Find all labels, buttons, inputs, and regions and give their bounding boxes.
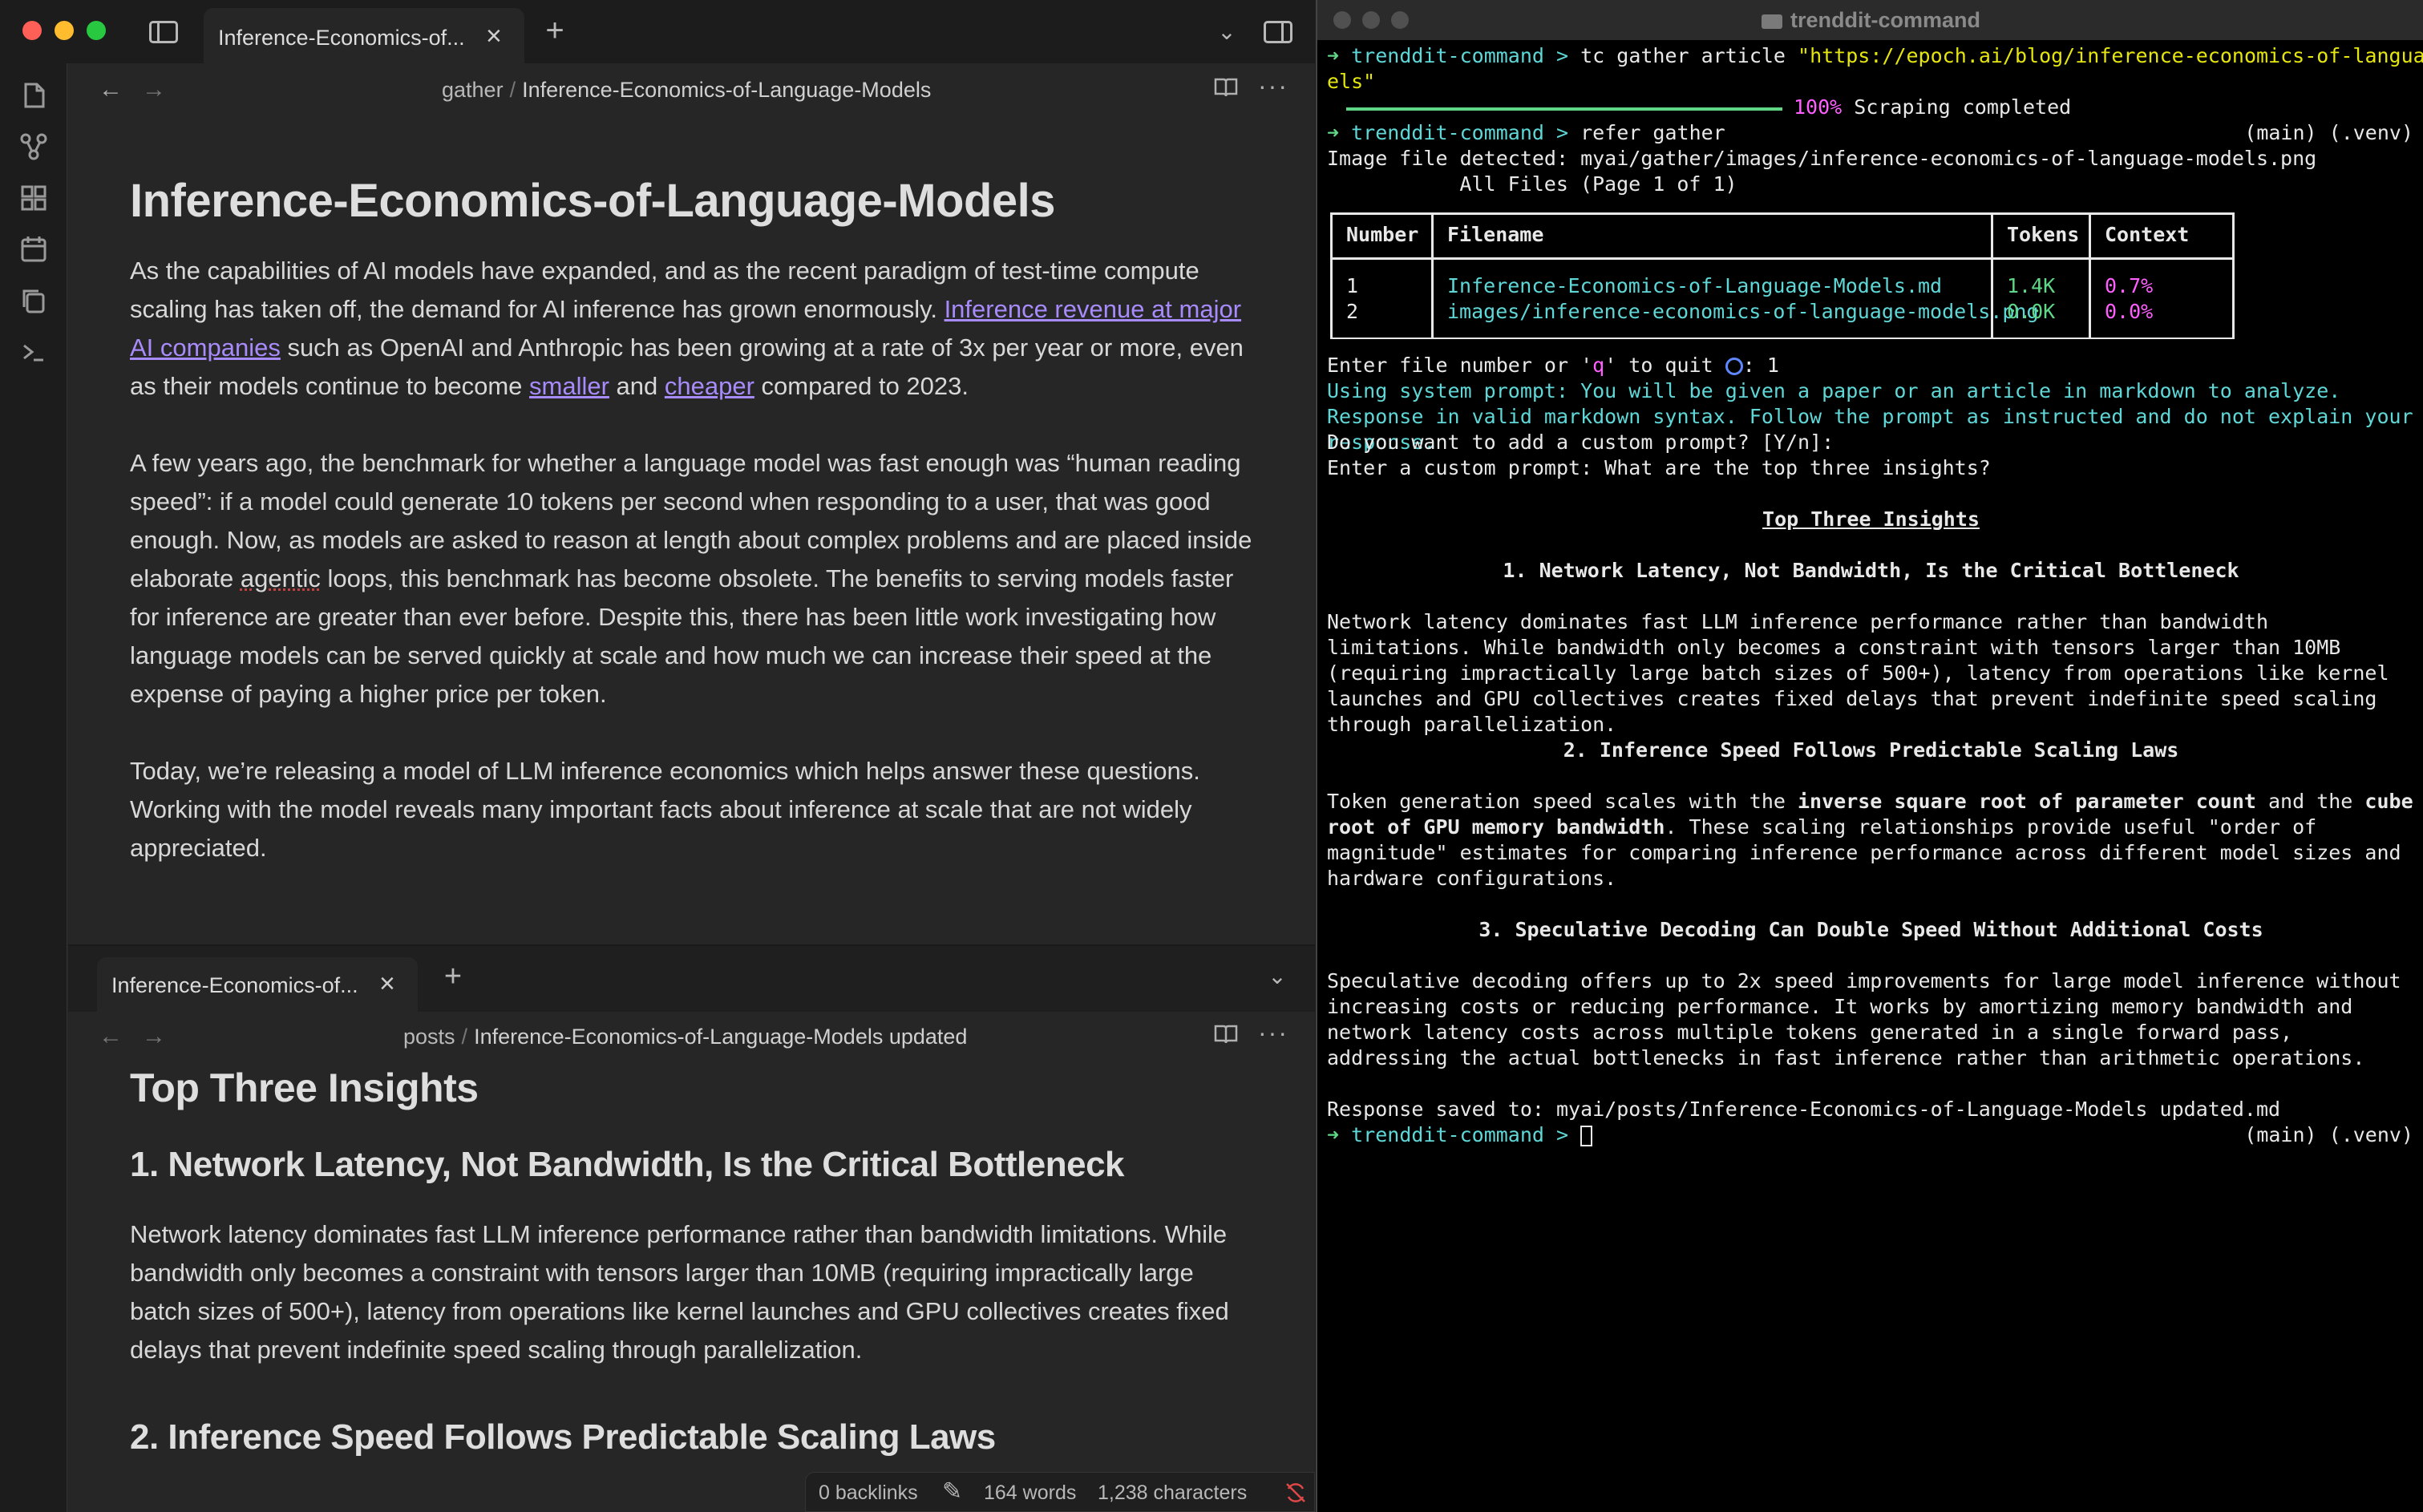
forward-arrow-icon[interactable]: → [142, 1023, 166, 1050]
table-row-2-filename: images/inference-economics-of-language-m… [1447, 300, 2039, 323]
files-table-caption: All Files (Page 1 of 1) [1459, 172, 1737, 196]
heading-insight-2: 2. Inference Speed Follows Predictable S… [130, 1417, 996, 1457]
table-row-1-number: 1 [1346, 274, 1359, 297]
table-row-2-tokens: 0.0K [2007, 300, 2056, 323]
table-header-context: Context [2105, 223, 2190, 246]
table-row-1-context: 0.7% [2105, 274, 2154, 297]
character-count: 1,238 characters [1098, 1482, 1248, 1504]
paragraph-3: Today, we’re releasing a model of LLM in… [130, 757, 1200, 862]
tab-list-chevron-down-icon[interactable]: ⌄ [1212, 16, 1241, 48]
terminal-titlebar: trenddit-command [1317, 0, 2423, 40]
command-line-1: ➜ trenddit-command > tc gather article "… [1327, 44, 2423, 67]
word-count: 164 words [984, 1482, 1077, 1504]
editor-window: Inference-Economics-of... × + ⌄ ← → gath… [0, 0, 1315, 1512]
document-body: Inference-Economics-of-Language-Models A… [130, 174, 1252, 906]
heading-top-three-insights: Top Three Insights [130, 1065, 479, 1110]
breadcrumb-folder[interactable]: posts [403, 1025, 455, 1049]
tab-close-icon[interactable]: × [486, 22, 502, 50]
tab-close-icon[interactable]: × [379, 970, 395, 997]
enter-file-prompt: Enter file number or 'q' to quit : 1 [1327, 354, 1779, 377]
ribbon [0, 63, 67, 1512]
git-status: (main) (.venv) [2244, 121, 2413, 144]
insights-title: Top Three Insights [1762, 507, 1980, 531]
table-row-2-number: 2 [1346, 300, 1359, 323]
progress-bar [1346, 107, 1782, 111]
terminal-icon[interactable] [16, 336, 51, 371]
editor-titlebar: Inference-Economics-of... × + ⌄ [0, 0, 1315, 63]
insight-3-title: 3. Speculative Decoding Can Double Speed… [1478, 918, 2263, 941]
tab-active[interactable]: Inference-Economics-of... × [204, 8, 524, 63]
command-line-1-wrap: els" [1327, 70, 1376, 93]
breadcrumb: gather / Inference-Economics-of-Language-M… [442, 78, 932, 102]
editor-pane-bottom: Inference-Economics-of... × + ⌄ ← → post… [68, 944, 1315, 1512]
back-arrow-icon[interactable]: ← [99, 1023, 123, 1050]
image-detected-line: Image file detected: myai/gather/images/… [1327, 147, 2317, 170]
table-header-filename: Filename [1447, 223, 1544, 246]
terminal-output[interactable]: ➜ trenddit-command > tc gather article "… [1317, 43, 2423, 1512]
paragraph-1: As the capabilities of AI models have ex… [130, 257, 1244, 400]
breadcrumb: posts / Inference-Economics-of-Language-Mo… [403, 1025, 968, 1049]
calendar-icon[interactable] [16, 233, 51, 269]
paragraph-insight-1: Network latency dominates fast LLM infer… [130, 1220, 1229, 1364]
right-sidebar-toggle-icon[interactable] [1260, 16, 1296, 48]
paragraph-2: A few years ago, the benchmark for wheth… [130, 449, 1252, 708]
table-header-number: Number [1346, 223, 1419, 246]
new-tab-icon[interactable]: + [437, 960, 469, 993]
more-options-icon[interactable]: ··· [1258, 1018, 1288, 1048]
table-row-1-filename: Inference-Economics-of-Language-Models.m… [1447, 274, 1943, 297]
breadcrumb-file[interactable]: Inference-Economics-of-Language-Models [522, 78, 931, 102]
link-smaller[interactable]: smaller [529, 372, 609, 400]
file-explorer-icon[interactable] [16, 79, 51, 115]
tab-title: Inference-Economics-of... [218, 26, 465, 50]
backlinks-count[interactable]: 0 backlinks [819, 1482, 918, 1505]
link-cheaper[interactable]: cheaper [665, 372, 754, 400]
canvas-icon[interactable] [16, 182, 51, 217]
insight-1-title: 1. Network Latency, Not Bandwidth, Is th… [1503, 559, 2239, 582]
graph-view-icon[interactable] [16, 131, 51, 166]
copy-icon[interactable] [16, 285, 51, 320]
insight-2-title: 2. Inference Speed Follows Predictable S… [1563, 738, 2179, 762]
sync-disabled-icon[interactable] [1284, 1481, 1308, 1510]
left-sidebar-toggle-icon[interactable] [146, 16, 181, 48]
text-cursor [1580, 1126, 1593, 1146]
table-row-1-tokens: 1.4K [2007, 274, 2056, 297]
files-table: Number Filename Tokens Context 1 Inferen… [1330, 212, 2235, 345]
tab-title: Inference-Economics-of... [111, 973, 358, 997]
breadcrumb-folder[interactable]: gather [442, 78, 504, 102]
zoom-window-button[interactable] [87, 21, 106, 40]
insight-1-body: Network latency dominates fast LLM infer… [1327, 610, 2389, 736]
minimize-window-button[interactable] [55, 21, 74, 40]
terminal-window: trenddit-command ➜ trenddit-command > tc… [1316, 0, 2423, 1512]
new-tab-icon[interactable]: + [539, 14, 571, 46]
command-line-2: ➜ trenddit-command > refer gather [1327, 121, 1725, 144]
back-arrow-icon[interactable]: ← [99, 76, 123, 103]
close-window-button[interactable] [22, 21, 42, 40]
command-line-3[interactable]: ➜ trenddit-command > [1327, 1122, 1593, 1148]
spinner-icon [1725, 358, 1743, 375]
forward-arrow-icon[interactable]: → [142, 76, 166, 103]
terminal-title: trenddit-command [1317, 8, 2423, 33]
table-header-tokens: Tokens [2007, 223, 2080, 246]
table-row-2-context: 0.0% [2105, 300, 2154, 323]
breadcrumb-file[interactable]: Inference-Economics-of-Language-Models u… [474, 1025, 967, 1049]
custom-prompt-question: Do you want to add a custom prompt? [Y/n… [1327, 431, 1834, 454]
insight-3-body: Speculative decoding offers up to 2x spe… [1327, 969, 2401, 1069]
more-options-icon[interactable]: ··· [1258, 71, 1288, 101]
reading-view-book-icon[interactable] [1213, 75, 1239, 107]
tab-list-chevron-down-icon[interactable]: ⌄ [1263, 960, 1292, 993]
pencil-icon[interactable]: ✎ [942, 1478, 962, 1506]
folder-icon [1761, 14, 1782, 29]
custom-prompt-input: Enter a custom prompt: What are the top … [1327, 456, 1991, 479]
heading-insight-1: 1. Network Latency, Not Bandwidth, Is th… [130, 1145, 1125, 1184]
tab-active-bottom[interactable]: Inference-Economics-of... × [97, 957, 418, 1012]
git-status: (main) (.venv) [2244, 1123, 2413, 1146]
reading-view-book-icon[interactable] [1213, 1021, 1239, 1053]
status-bar: 0 backlinks ✎ 164 words 1,238 characters [805, 1472, 1315, 1512]
document-body-bottom: Top Three Insights 1. Network Latency, N… [130, 1065, 1252, 1457]
progress-status: 100% Scraping completed [1794, 95, 2072, 119]
insight-2-body: Token generation speed scales with the i… [1327, 790, 2413, 890]
bottom-tabbar: Inference-Economics-of... × + ⌄ [68, 946, 1315, 1012]
response-saved-line: Response saved to: myai/posts/Inference-… [1327, 1098, 2281, 1121]
